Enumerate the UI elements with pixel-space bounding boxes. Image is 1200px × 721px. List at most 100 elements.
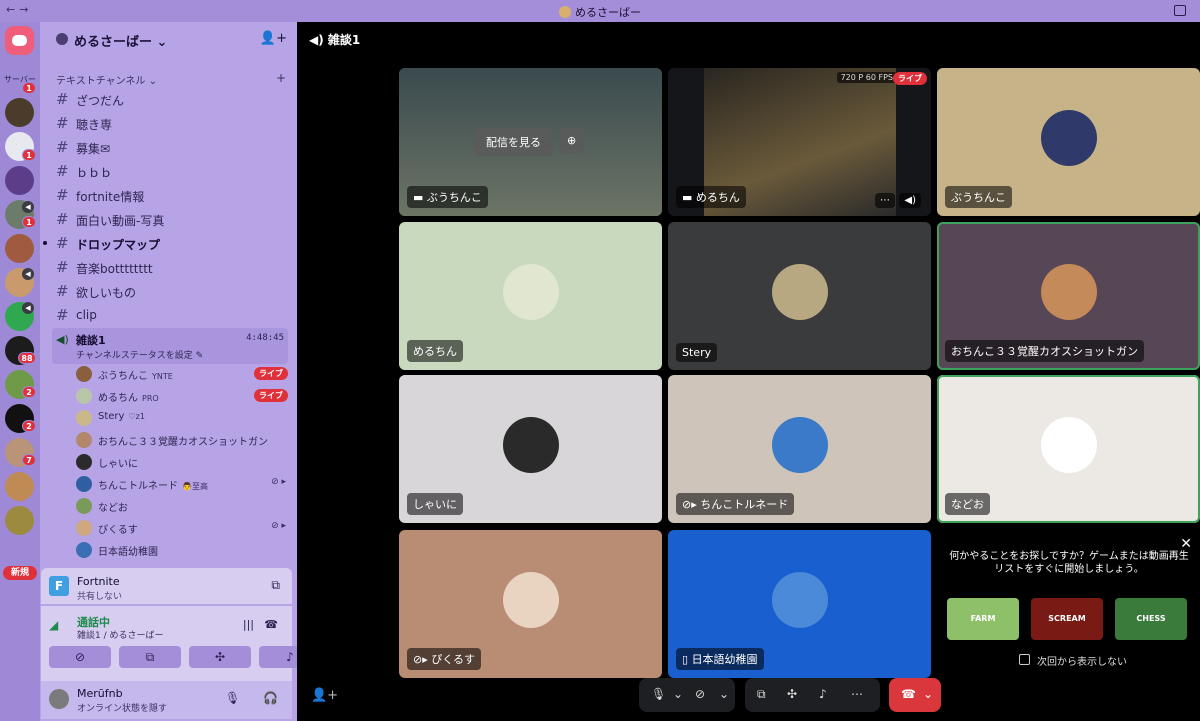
pencil-icon: ✎ (195, 351, 204, 361)
inbox-icon[interactable] (1174, 5, 1186, 16)
tile-name: めるちん (695, 191, 740, 204)
disconnect-button[interactable]: ☎ ⌄ (889, 678, 941, 712)
tile-name-label: ぶうちんこ (945, 186, 1012, 208)
hash-icon: # (56, 210, 69, 228)
screen-share-icon[interactable]: ⧉ (757, 687, 766, 702)
invite-to-voice-icon[interactable]: 👤+ (311, 688, 338, 703)
stream-tile[interactable]: 配信を見る ⊕ ▬ ぶうちんこ (399, 68, 662, 216)
server-icon[interactable] (5, 98, 34, 127)
dont-show-again-checkbox[interactable] (1019, 654, 1030, 665)
voice-member[interactable]: 日本語幼稚園 (76, 540, 292, 560)
channel-item-unread[interactable]: # ドロップマップ (43, 232, 288, 254)
voice-member[interactable]: ちんこトルネード 👨至高 ⊘ ▸ (76, 474, 292, 494)
channel-item[interactable]: # 面白い動画-写真 (52, 208, 288, 230)
microphone-icon[interactable]: 🎙 (225, 691, 240, 705)
set-channel-status[interactable]: チャンネルステータスを設定 ✎ (76, 348, 203, 361)
voice-member[interactable]: Stery ♡z1 (76, 408, 292, 428)
voice-member[interactable]: おちんこ３３覚醒カオスショットガン (76, 430, 292, 450)
participant-tile[interactable]: ⊘▸ ちんこトルネード (668, 375, 931, 523)
server-icon[interactable] (5, 472, 34, 501)
call-detail[interactable]: 雑談1 / めるさーばー (77, 628, 163, 641)
activities-button[interactable]: ✣ (189, 646, 251, 668)
chevron-down-icon: ⌄ (148, 76, 157, 87)
member-name: めるちん (98, 393, 138, 404)
voice-member[interactable]: めるちん PRO ライブ (76, 386, 292, 406)
server-icon[interactable] (5, 166, 34, 195)
channel-item[interactable]: # ざつだん (52, 88, 288, 110)
category-header[interactable]: テキストチャンネル ⌄ + (56, 71, 286, 87)
channel-item[interactable]: # 欲しいもの (52, 280, 288, 302)
chevron-down-icon[interactable]: ⌄ (673, 687, 683, 701)
live-badge: ライブ (893, 72, 927, 85)
member-tag: PRO (142, 394, 159, 403)
channel-item[interactable]: # 音楽botttttttt (52, 256, 288, 278)
channel-item[interactable]: # ｂｂｂ (52, 160, 288, 182)
avatar[interactable] (49, 689, 69, 709)
stream-tile[interactable]: 720 P 60 FPS ライブ ▬ めるちん ⋯ ◀) (668, 68, 931, 216)
popout-icon[interactable]: ⊕ (559, 128, 585, 153)
voice-speaker-icon: ◀ (22, 268, 34, 280)
avatar (76, 454, 92, 470)
avatar (771, 264, 828, 320)
microphone-icon[interactable]: 🎙 (651, 687, 666, 701)
voice-member[interactable]: しゃいに (76, 452, 292, 472)
signal-icon[interactable]: ◢ (49, 618, 58, 632)
disconnect-icon[interactable]: ☎ (264, 618, 278, 631)
participant-tile-speaking[interactable]: おちんこ３３覚醒カオスショットガン (937, 222, 1200, 370)
camera-off-icon[interactable]: ⊘ (695, 687, 705, 701)
share-screen-icon[interactable]: ⧉ (271, 578, 280, 593)
user-name: Merūfnb (77, 687, 123, 700)
noise-suppression-icon[interactable]: ||| (243, 618, 254, 631)
tile-name-label: しゃいに (407, 493, 463, 515)
voice-member[interactable]: などお (76, 496, 292, 516)
screen-share-button[interactable]: ⧉ (119, 646, 181, 668)
create-channel-icon[interactable]: + (276, 71, 286, 85)
avatar (76, 432, 92, 448)
new-servers-pill[interactable]: 新規 (3, 566, 37, 580)
server-header[interactable]: めるさーばー ⌄ 👤+ (40, 22, 297, 58)
tile-name-label: ⊘▸ ちんこトルネード (676, 493, 795, 515)
server-icon[interactable] (5, 234, 34, 263)
tile-name-label: ▯ 日本語幼稚園 (676, 648, 764, 670)
participant-tile[interactable]: ▯ 日本語幼稚園 (668, 530, 931, 678)
channel-header: ◀) 雑談1 (309, 31, 360, 48)
channel-item[interactable]: # 聴き専 (52, 112, 288, 134)
server-avatar-icon (559, 6, 571, 18)
participant-tile[interactable]: めるちん (399, 222, 662, 370)
game-thumbnail[interactable]: SCREAM (1031, 598, 1103, 640)
participant-tile[interactable]: ⊘▸ ぴくるす (399, 530, 662, 678)
channel-item[interactable]: # clip (52, 304, 288, 326)
home-icon[interactable] (5, 26, 34, 55)
window-title-text: めるさーばー (575, 6, 641, 19)
soundboard-icon[interactable]: ♪ (819, 687, 827, 701)
member-name: 日本語幼稚園 (98, 547, 158, 558)
more-options-icon[interactable]: ⋯ (875, 193, 895, 208)
volume-icon[interactable]: ◀) (899, 193, 921, 208)
participant-tile-speaking[interactable]: などお (937, 375, 1200, 523)
channel-item[interactable]: # 募集✉ (52, 136, 288, 158)
participant-tile[interactable]: しゃいに (399, 375, 662, 523)
channel-label: 募集✉ (76, 142, 111, 156)
camera-button[interactable]: ⊘ (49, 646, 111, 668)
participant-tile[interactable]: ぶうちんこ (937, 68, 1200, 216)
avatar (1040, 110, 1097, 166)
avatar (1040, 264, 1097, 320)
chevron-down-icon[interactable]: ⌄ (719, 687, 729, 701)
invite-people-icon[interactable]: 👤+ (260, 31, 287, 46)
more-icon[interactable]: ⋯ (851, 687, 863, 701)
voice-member[interactable]: ぴくるす ⊘ ▸ (76, 518, 292, 538)
channel-item[interactable]: # fortnite情報 (52, 184, 288, 206)
game-thumbnail[interactable]: FARM (947, 598, 1019, 640)
participant-tile[interactable]: Stery (668, 222, 931, 370)
voice-channel-active[interactable]: ◀) 雑談1 4:48:45 チャンネルステータスを設定 ✎ (52, 328, 288, 364)
channel-status-text: チャンネルステータスを設定 (76, 351, 193, 361)
screen-icon: ▬ (413, 191, 424, 204)
category-name: テキストチャンネル (56, 76, 146, 87)
server-icon[interactable] (5, 506, 34, 535)
game-thumbnail[interactable]: CHESS (1115, 598, 1187, 640)
activities-icon[interactable]: ✣ (787, 687, 797, 701)
headphones-icon[interactable]: 🎧 (263, 691, 278, 705)
unread-dot (43, 241, 47, 245)
voice-member[interactable]: ぶうちんこ YNTE ライブ (76, 364, 292, 384)
watch-stream-button[interactable]: 配信を見る (474, 128, 553, 156)
